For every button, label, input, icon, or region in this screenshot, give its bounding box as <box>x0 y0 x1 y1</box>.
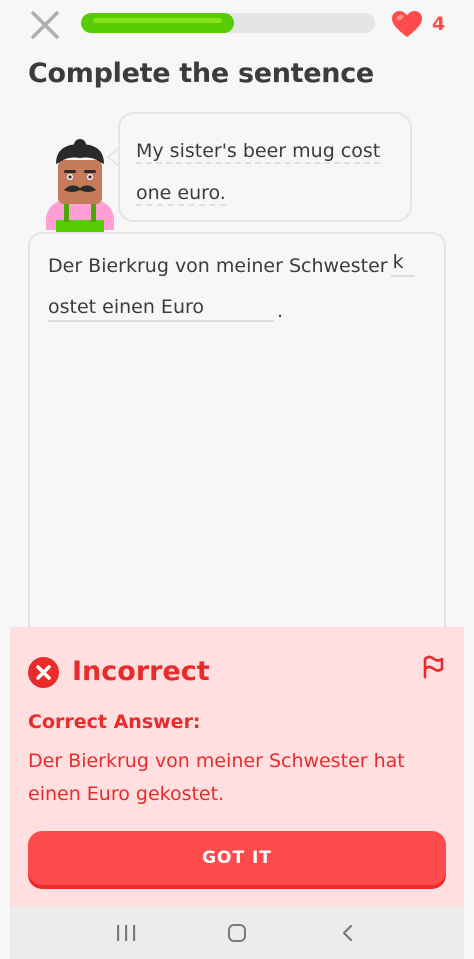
speech-bubble: My sister's beer mug cost one euro. <box>118 112 412 222</box>
flag-icon[interactable] <box>420 653 446 679</box>
answer-blank-1[interactable]: k <box>390 251 415 277</box>
feedback-status: Incorrect <box>72 656 210 687</box>
correct-answer-text: Der Bierkrug von meiner Schwester hat ei… <box>28 750 405 805</box>
page-title: Complete the sentence <box>28 58 374 89</box>
incorrect-icon <box>28 657 59 688</box>
answer-line-1: Der Bierkrug von meiner Schwester k <box>48 251 415 277</box>
answer-text-1: Der Bierkrug von meiner Schwester <box>48 255 388 277</box>
back-icon <box>343 924 353 942</box>
hearts-counter: 4 <box>390 8 460 40</box>
recents-button[interactable] <box>106 913 146 953</box>
feedback-panel: Incorrect Correct Answer: Der Bierkrug v… <box>10 627 464 907</box>
progress-fill <box>81 13 234 33</box>
progress-shine <box>93 18 222 23</box>
answer-area: Der Bierkrug von meiner Schwester k oste… <box>28 232 446 652</box>
home-button[interactable] <box>217 913 257 953</box>
close-button[interactable] <box>28 8 62 42</box>
answer-blank-2[interactable]: ostet einen Euro <box>48 296 274 322</box>
prompt-line-1: My sister's beer mug cost <box>136 140 381 164</box>
prompt-line-2: one euro. <box>136 182 226 206</box>
home-icon <box>227 924 246 942</box>
answer-line-2: ostet einen Euro . <box>48 296 283 322</box>
answer-period: . <box>277 300 284 322</box>
lesson-progress-bar <box>81 13 375 33</box>
recents-icon <box>116 925 135 941</box>
got-it-button[interactable]: GOT IT <box>28 831 446 885</box>
hearts-count: 4 <box>432 13 446 35</box>
back-button[interactable] <box>328 913 368 953</box>
heart-icon <box>392 11 422 37</box>
correct-answer-label: Correct Answer: <box>28 711 201 733</box>
system-nav-bar <box>10 907 464 959</box>
close-icon <box>31 11 59 39</box>
